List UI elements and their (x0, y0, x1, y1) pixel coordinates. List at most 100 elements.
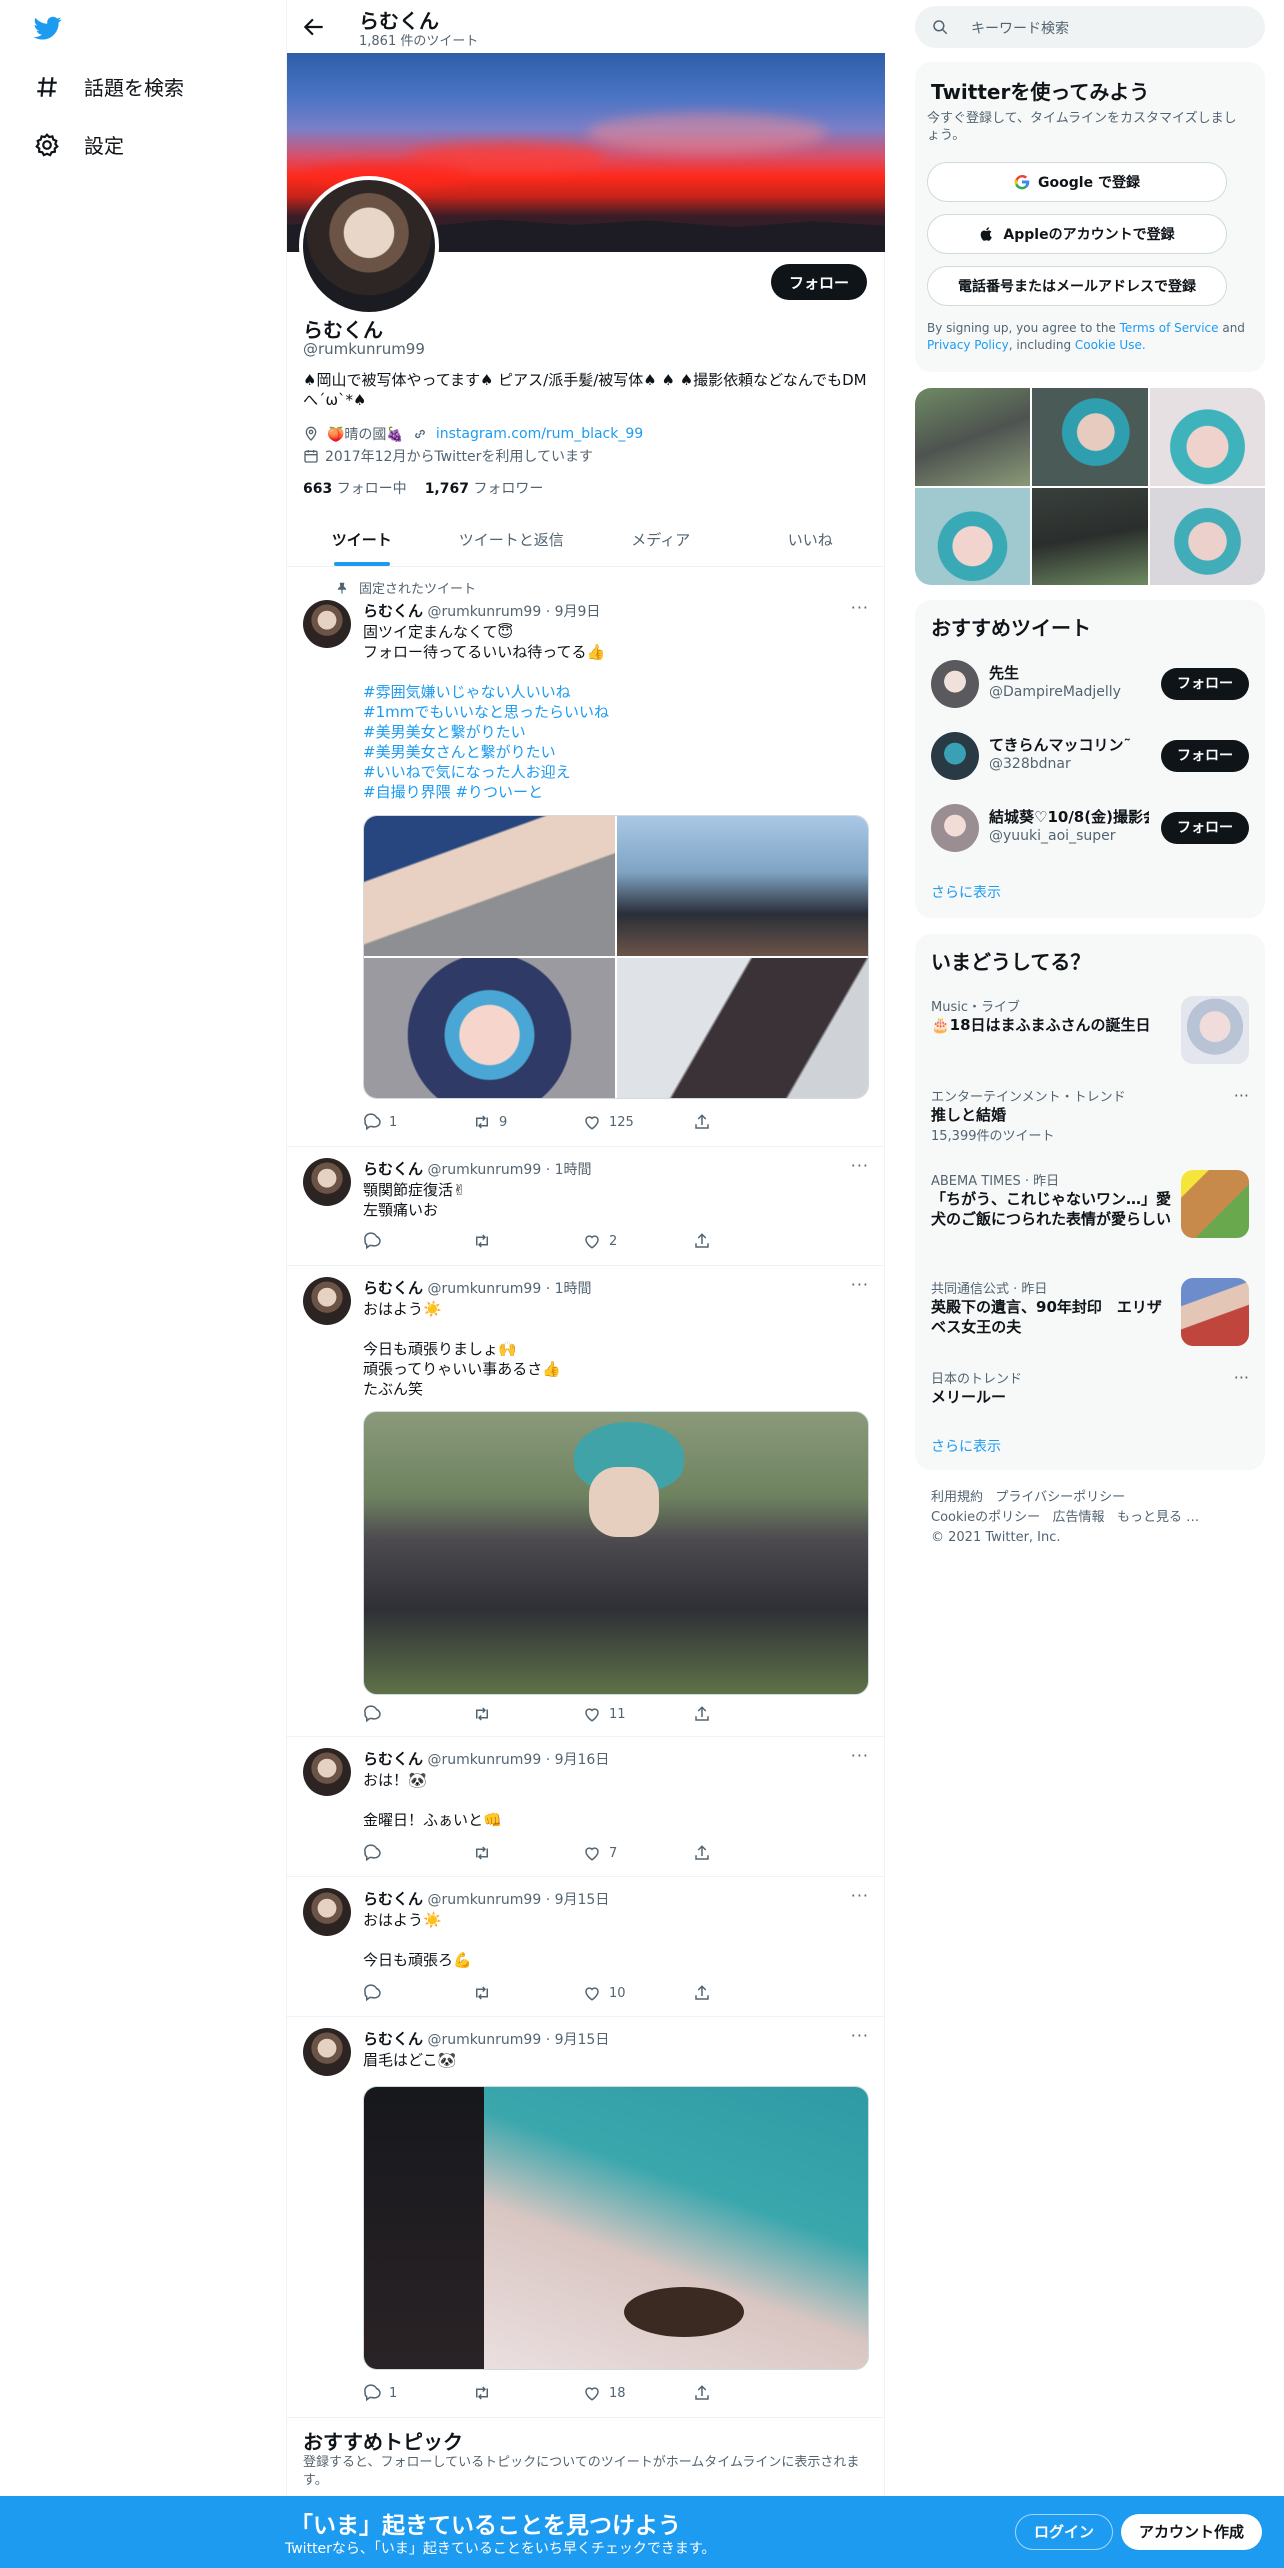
tweet[interactable]: らむくん @rumkunrum99 · 9月15日 ··· 眉毛はどこ🐼 1 1… (287, 2018, 885, 2418)
search-input[interactable]: キーワード検索 (971, 18, 1069, 38)
more-icon[interactable]: ··· (851, 1886, 869, 1905)
like-button[interactable]: 125 (583, 1113, 693, 1131)
tweet-time[interactable]: · 1時間 (546, 1281, 592, 1297)
nav-settings[interactable]: 設定 (34, 130, 124, 159)
tweet-author-name[interactable]: らむくん (363, 1750, 423, 1768)
tweet-avatar[interactable] (303, 600, 351, 648)
share-button[interactable] (693, 1844, 803, 1862)
terms-link[interactable]: Terms of Service (1120, 321, 1219, 335)
tweet[interactable]: らむくん @rumkunrum99 · 1時間 ··· おはよう☀️ 今日も頑張… (287, 1267, 885, 1737)
more-icon[interactable]: ··· (851, 1746, 869, 1765)
recommended-user[interactable]: てきらんマッコリン˜ @328bdnar フォロー (931, 728, 1249, 784)
signup-button[interactable]: アカウント作成 (1121, 2514, 1263, 2550)
share-button[interactable] (693, 1232, 803, 1250)
rec-user-handle[interactable]: @328bdnar (989, 756, 1071, 772)
tweet-author-handle[interactable]: @rumkunrum99 (427, 604, 541, 620)
rec-follow-button[interactable]: フォロー (1161, 812, 1249, 844)
rec-user-handle[interactable]: @DampireMadjelly (989, 684, 1121, 700)
tweet-photo[interactable] (364, 816, 615, 956)
avatar[interactable] (931, 732, 979, 780)
retweet-button[interactable] (473, 1844, 583, 1862)
media-thumb[interactable] (915, 388, 1031, 486)
media-thumb[interactable] (1032, 487, 1148, 585)
retweet-button[interactable] (473, 2384, 583, 2402)
trend-thumbnail[interactable] (1181, 1278, 1249, 1346)
tab-tweets[interactable]: ツイート (287, 514, 437, 566)
more-icon[interactable]: ··· (851, 598, 869, 617)
like-button[interactable]: 2 (583, 1232, 693, 1250)
tweet-author-handle[interactable]: @rumkunrum99 (427, 1281, 541, 1297)
tweet-avatar[interactable] (303, 1748, 351, 1796)
media-thumb[interactable] (915, 487, 1031, 585)
footer-link[interactable]: 利用規約 (931, 1490, 983, 1505)
retweet-button[interactable]: 9 (473, 1113, 583, 1131)
nav-explore[interactable]: 話題を検索 (34, 72, 184, 101)
tweet[interactable]: 固定されたツイート らむくん @rumkunrum99 · 9月9日 ··· 固… (287, 568, 885, 1147)
tweet-avatar[interactable] (303, 1158, 351, 1206)
trend-thumbnail[interactable] (1181, 996, 1249, 1064)
tweet-avatar[interactable] (303, 1277, 351, 1325)
more-icon[interactable]: ··· (1234, 1368, 1249, 1387)
trend-item[interactable]: 日本のトレンド メリールー ··· (931, 1368, 1249, 1418)
share-button[interactable] (693, 1113, 803, 1131)
tweet-author-handle[interactable]: @rumkunrum99 (427, 1752, 541, 1768)
retweet-button[interactable] (473, 1984, 583, 2002)
tweet-author-name[interactable]: らむくん (363, 1279, 423, 1297)
rec-follow-button[interactable]: フォロー (1161, 740, 1249, 772)
tweet-author-name[interactable]: らむくん (363, 2030, 423, 2048)
tweet-author-name[interactable]: らむくん (363, 1890, 423, 1908)
more-icon[interactable]: ··· (1234, 1086, 1249, 1105)
avatar[interactable] (931, 660, 979, 708)
tweet[interactable]: らむくん @rumkunrum99 · 1時間 ··· 顎関節症復活✌ 左顎痛い… (287, 1148, 885, 1266)
tweet-media-grid[interactable] (363, 815, 869, 1099)
more-icon[interactable]: ··· (851, 1156, 869, 1175)
like-button[interactable]: 7 (583, 1844, 693, 1862)
footer-link[interactable]: Cookieのポリシー (931, 1510, 1040, 1525)
footer-link[interactable]: プライバシーポリシー (995, 1490, 1125, 1505)
trend-item[interactable]: エンターテインメント・トレンド 推しと結婚 15,399件のツイート ··· (931, 1086, 1249, 1156)
more-icon[interactable]: ··· (851, 2026, 869, 2045)
following-link[interactable]: 663 フォロー中 (303, 478, 407, 498)
tweet-author-name[interactable]: らむくん (363, 1160, 423, 1178)
twitter-logo-icon[interactable] (32, 14, 64, 42)
tweet-photo[interactable] (363, 2086, 869, 2370)
tweet-avatar[interactable] (303, 1888, 351, 1936)
recommended-user[interactable]: 結城葵♡10/8(金)撮影会 @yuuki_aoi_super フォロー (931, 800, 1249, 856)
follow-button[interactable]: フォロー (770, 264, 867, 300)
retweet-button[interactable] (473, 1705, 583, 1723)
apple-signup-button[interactable]: Appleのアカウントで登録 (927, 214, 1227, 254)
tweet-time[interactable]: · 9月15日 (546, 2032, 610, 2048)
like-button[interactable]: 18 (583, 2384, 693, 2402)
tweet-time[interactable]: · 9月16日 (546, 1752, 610, 1768)
recommended-user[interactable]: 先生 @DampireMadjelly フォロー (931, 656, 1249, 712)
trend-item[interactable]: Music・ライブ 🎂18日はまふまふさんの誕生日 (931, 996, 1249, 1066)
tweet-author-handle[interactable]: @rumkunrum99 (427, 2032, 541, 2048)
tweet[interactable]: らむくん @rumkunrum99 · 9月16日 ··· おは！🐼 金曜日！ふ… (287, 1738, 885, 1877)
rec-user-name[interactable]: 先生 (989, 662, 1019, 683)
tab-likes[interactable]: いいね (736, 514, 886, 566)
reply-button[interactable] (363, 1984, 473, 2002)
tab-media[interactable]: メディア (586, 514, 736, 566)
tweet-photo[interactable] (364, 958, 615, 1098)
phone-email-signup-button[interactable]: 電話番号またはメールアドレスで登録 (927, 266, 1227, 306)
reply-button[interactable]: 1 (363, 1113, 473, 1131)
search-box[interactable]: キーワード検索 (915, 6, 1265, 48)
followers-link[interactable]: 1,767 フォロワー (425, 478, 544, 498)
media-thumb[interactable] (1149, 487, 1265, 585)
rec-follow-button[interactable]: フォロー (1161, 668, 1249, 700)
media-thumb[interactable] (1032, 388, 1148, 486)
profile-avatar[interactable] (299, 176, 439, 316)
trend-item[interactable]: 共同通信公式 · 昨日 英殿下の遺言、90年封印 エリザベス女王の夫 (931, 1278, 1249, 1358)
tweet-time[interactable]: · 9月9日 (546, 604, 601, 620)
privacy-link[interactable]: Privacy Policy (927, 338, 1009, 352)
like-button[interactable]: 10 (583, 1984, 693, 2002)
tweet[interactable]: らむくん @rumkunrum99 · 9月15日 ··· おはよう☀️ 今日も… (287, 1878, 885, 2017)
share-button[interactable] (693, 1984, 803, 2002)
rec-user-name[interactable]: 結城葵♡10/8(金)撮影会 (989, 806, 1149, 827)
share-button[interactable] (693, 1705, 803, 1723)
more-icon[interactable]: ··· (851, 1275, 869, 1294)
reply-button[interactable] (363, 1705, 473, 1723)
share-button[interactable] (693, 2384, 803, 2402)
tweet-time[interactable]: · 9月15日 (546, 1892, 610, 1908)
trend-thumbnail[interactable] (1181, 1170, 1249, 1238)
